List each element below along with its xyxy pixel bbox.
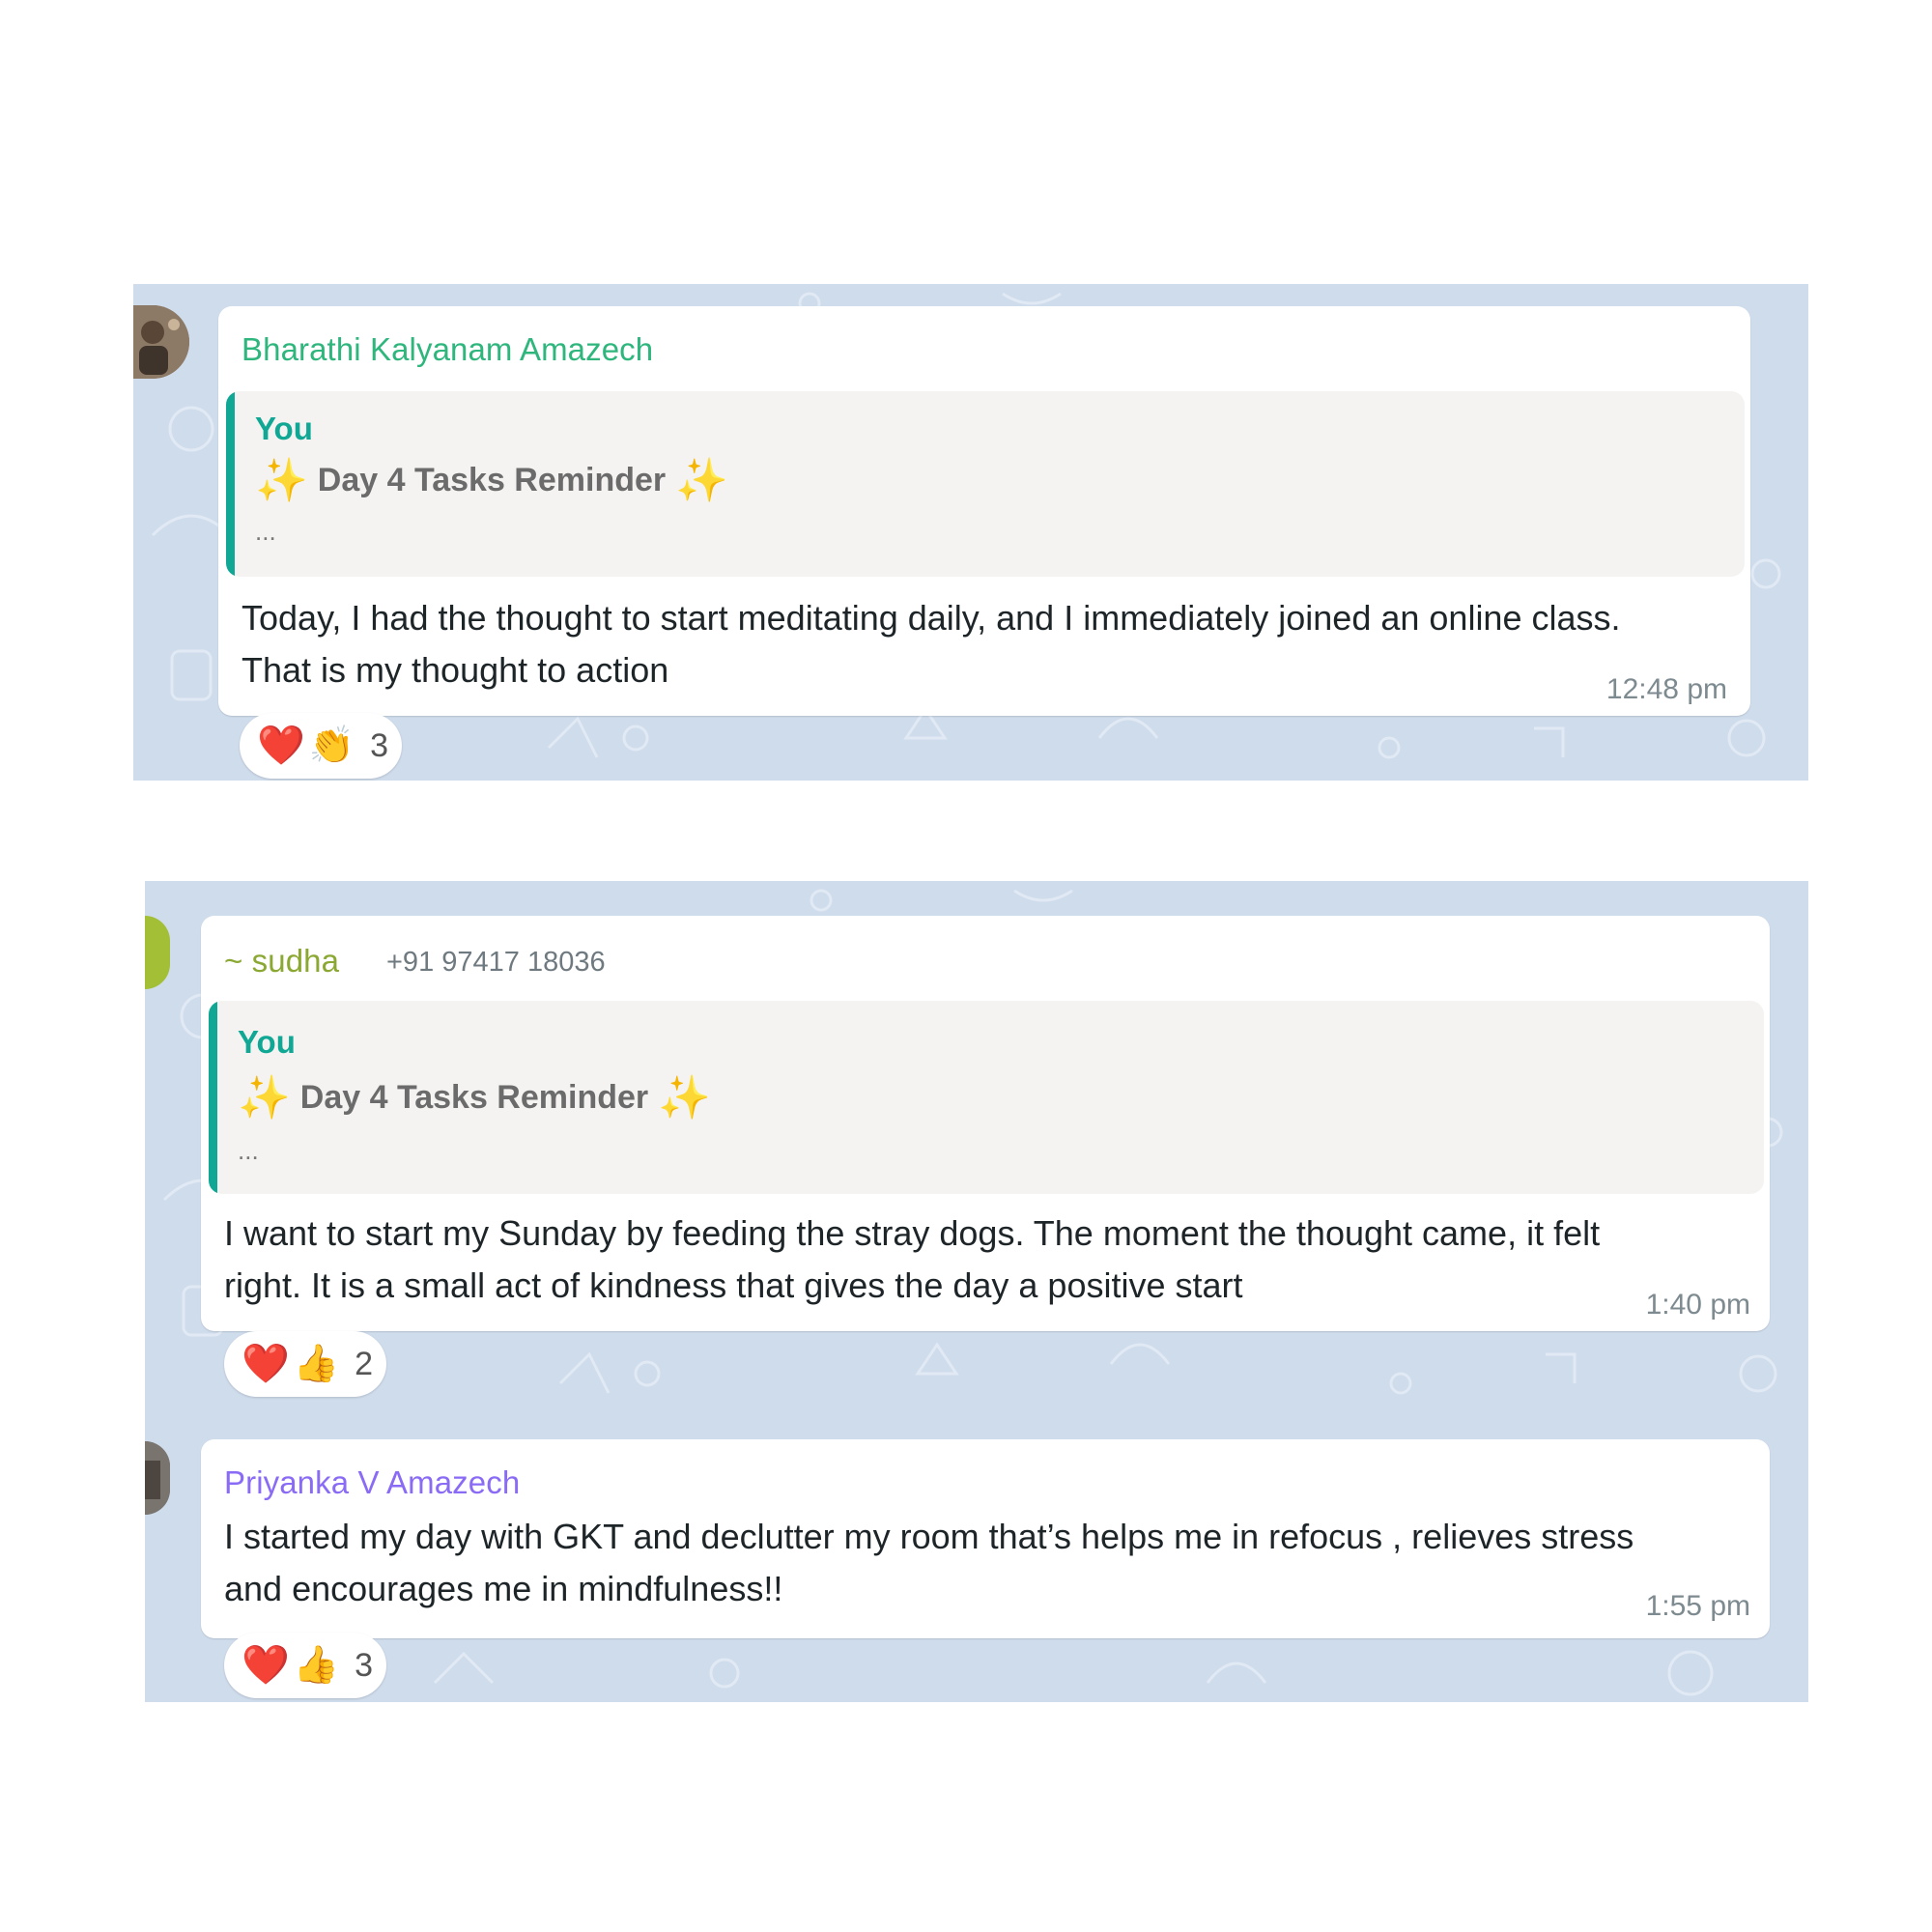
- sender-name[interactable]: Bharathi Kalyanam Amazech: [242, 331, 653, 368]
- sparkles-icon: ✨: [675, 457, 728, 504]
- quote-title-row: ✨ Day 4 Tasks Reminder ✨: [238, 1072, 711, 1122]
- quoted-message[interactable]: You ✨ Day 4 Tasks Reminder ✨ ...: [209, 1001, 1764, 1194]
- quote-title: Day 4 Tasks Reminder: [299, 1078, 649, 1116]
- heart-icon: ❤️: [242, 1343, 290, 1385]
- message-line: I want to start my Sunday by feeding the…: [224, 1213, 1601, 1253]
- message-text: Today, I had the thought to start medita…: [242, 592, 1621, 696]
- heart-icon: ❤️: [242, 1644, 290, 1687]
- message-line: and encourages me in mindfulness!!: [224, 1569, 783, 1608]
- sender-name[interactable]: Priyanka V Amazech: [224, 1464, 520, 1501]
- quote-author: You: [255, 411, 313, 446]
- heart-icon: ❤️: [257, 724, 305, 767]
- quote-title: Day 4 Tasks Reminder: [317, 461, 667, 498]
- sender-phone[interactable]: +91 97417 18036: [386, 947, 606, 979]
- reactions-pill[interactable]: ❤️ 👏 3: [240, 713, 402, 779]
- reaction-count: 3: [370, 726, 389, 764]
- message-time: 12:48 pm: [1605, 673, 1727, 705]
- quote-accent-bar: [226, 391, 235, 577]
- message-time: 1:55 pm: [1645, 1590, 1750, 1622]
- message-bubble-1[interactable]: Bharathi Kalyanam Amazech You ✨ Day 4 Ta…: [218, 306, 1750, 716]
- thumbs-up-icon: 👍: [293, 1645, 340, 1686]
- quote-ellipsis: ...: [238, 1136, 259, 1165]
- message-line: That is my thought to action: [242, 650, 669, 690]
- message-line: right. It is a small act of kindness tha…: [224, 1265, 1243, 1305]
- sender-name[interactable]: ~ sudha: [224, 943, 339, 980]
- sparkles-icon: ✨: [238, 1074, 291, 1122]
- message-text: I started my day with GKT and declutter …: [224, 1511, 1634, 1615]
- reactions-pill[interactable]: ❤️ 👍 2: [224, 1331, 386, 1397]
- reaction-count: 2: [355, 1345, 374, 1382]
- quoted-message[interactable]: You ✨ Day 4 Tasks Reminder ✨ ...: [226, 391, 1745, 577]
- quote-accent-bar: [209, 1001, 217, 1194]
- reaction-count: 3: [355, 1646, 374, 1684]
- thumbs-up-icon: 👍: [293, 1344, 340, 1384]
- message-line: I started my day with GKT and declutter …: [224, 1517, 1634, 1556]
- quote-author: You: [238, 1024, 296, 1060]
- sparkles-icon: ✨: [658, 1074, 711, 1122]
- message-text: I want to start my Sunday by feeding the…: [224, 1208, 1600, 1312]
- reactions-pill[interactable]: ❤️ 👍 3: [224, 1633, 386, 1698]
- quote-title-row: ✨ Day 4 Tasks Reminder ✨: [255, 455, 728, 505]
- message-time: 1:40 pm: [1645, 1289, 1750, 1321]
- message-bubble-2[interactable]: ~ sudha +91 97417 18036 You ✨ Day 4 Task…: [201, 916, 1770, 1331]
- sparkles-icon: ✨: [255, 457, 308, 504]
- message-line: Today, I had the thought to start medita…: [242, 598, 1621, 638]
- clapping-hands-icon: 👏: [308, 725, 355, 766]
- quote-ellipsis: ...: [255, 517, 276, 546]
- message-bubble-3[interactable]: Priyanka V Amazech I started my day with…: [201, 1439, 1770, 1638]
